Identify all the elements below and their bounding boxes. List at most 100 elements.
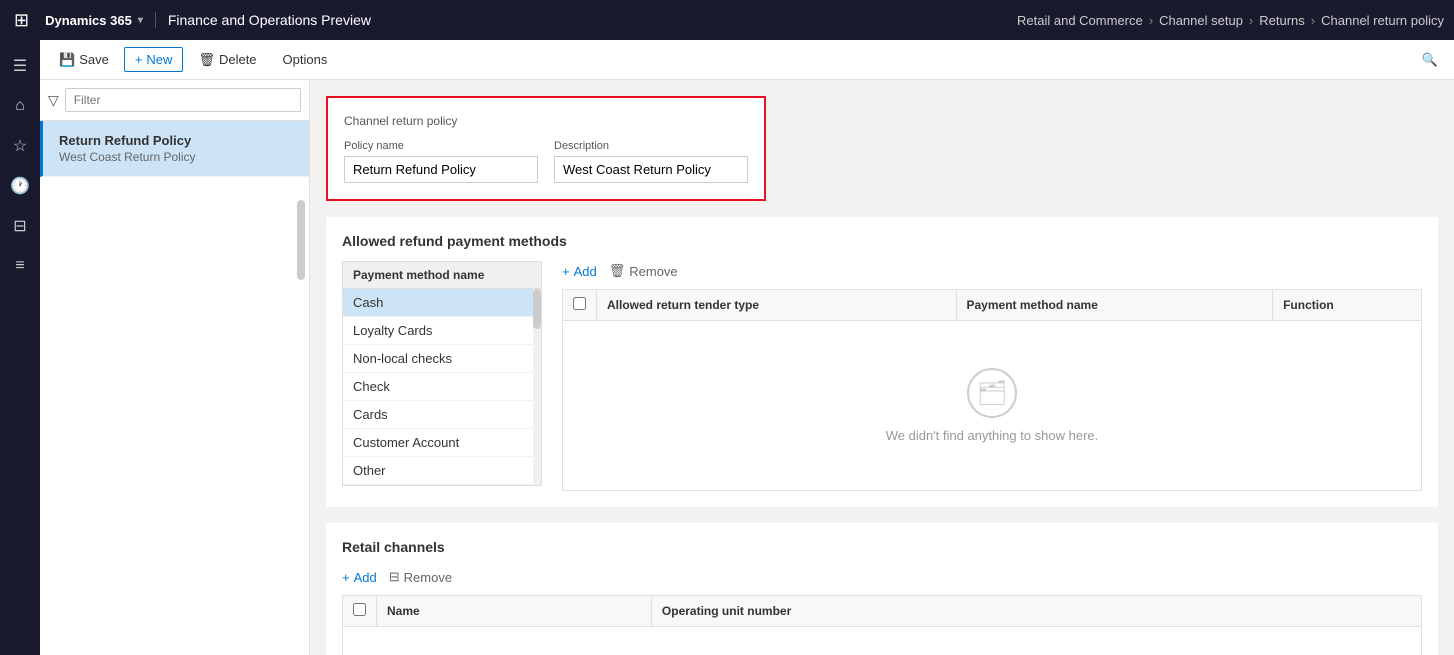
retail-channels-toolbar: + Add ⊟ Remove	[342, 567, 1422, 587]
remove-tender-label: Remove	[629, 264, 677, 279]
description-label: Description	[554, 140, 748, 152]
empty-state-icon: 🗂	[967, 368, 1017, 418]
col-tender-type: Allowed return tender type	[597, 290, 957, 321]
description-input[interactable]	[554, 156, 748, 183]
list-item-name: Return Refund Policy	[59, 133, 293, 148]
tender-type-table: Allowed return tender type Payment metho…	[562, 289, 1422, 491]
col-checkbox	[563, 290, 597, 321]
payment-item-customer-account[interactable]: Customer Account	[343, 429, 541, 457]
remove-channel-button[interactable]: ⊟ Remove	[389, 567, 452, 587]
options-button[interactable]: Options	[272, 47, 339, 72]
col-function: Function	[1273, 290, 1422, 321]
app-name-label: Finance and Operations Preview	[155, 12, 371, 28]
filter-icon: ▽	[48, 92, 59, 109]
sidebar-workspaces-icon[interactable]: ⊟	[2, 208, 38, 244]
payment-section: Payment method name Cash Loyalty Cards N…	[342, 261, 1422, 491]
sidebar-home-icon[interactable]: ⌂	[2, 88, 38, 124]
col-operating-unit: Operating unit number	[651, 596, 1421, 627]
save-icon: 💾	[59, 52, 75, 68]
select-all-checkbox[interactable]	[573, 297, 586, 310]
retail-section-inner: Retail channels + Add ⊟ Remove Name Oper…	[326, 523, 1438, 655]
search-icon: 🔍	[1422, 52, 1438, 67]
payment-list-container: Payment method name Cash Loyalty Cards N…	[342, 261, 542, 491]
top-navigation-bar: ⊞ Dynamics 365 ▾ Finance and Operations …	[0, 0, 1454, 40]
channels-empty-row: 🗂 We didn't find anything to show here.	[343, 627, 1422, 655]
filter-input[interactable]	[65, 88, 301, 112]
dynamics-brand-label: Dynamics 365	[45, 13, 132, 28]
list-item-subtitle: West Coast Return Policy	[59, 150, 293, 164]
list-panel: ▽ Return Refund Policy West Coast Return…	[40, 80, 310, 655]
breadcrumb-item-4[interactable]: Channel return policy	[1321, 13, 1444, 28]
col-payment-method: Payment method name	[956, 290, 1273, 321]
apps-grid-icon[interactable]: ⊞	[10, 6, 33, 35]
breadcrumb-item-2[interactable]: Channel setup	[1159, 13, 1243, 28]
delete-icon: 🗑	[198, 52, 215, 68]
breadcrumb-sep-1: ›	[1149, 13, 1153, 28]
payment-item-nonlocal[interactable]: Non-local checks	[343, 345, 541, 373]
payment-list-scrollbar[interactable]	[533, 289, 541, 485]
channels-empty-state: 🗂 We didn't find anything to show here.	[353, 634, 1411, 655]
add-tender-label: Add	[574, 264, 597, 279]
tender-empty-state: 🗂 We didn't find anything to show here.	[573, 328, 1411, 483]
add-channel-button[interactable]: + Add	[342, 568, 377, 587]
breadcrumb-item-1[interactable]: Retail and Commerce	[1017, 13, 1143, 28]
sidebar-list-icon[interactable]: ≡	[2, 248, 38, 284]
remove-tender-icon: 🗑	[609, 263, 626, 279]
payment-item-cards[interactable]: Cards	[343, 401, 541, 429]
add-tender-icon: +	[562, 264, 570, 279]
scrollbar-thumb	[533, 289, 541, 329]
allowed-refund-header: Allowed refund payment methods	[342, 233, 1422, 249]
tender-table-header-row: Allowed return tender type Payment metho…	[563, 290, 1422, 321]
remove-channel-icon: ⊟	[389, 569, 400, 585]
add-tender-button[interactable]: + Add	[562, 262, 597, 281]
remove-channel-label: Remove	[404, 570, 452, 585]
sidebar-favorites-icon[interactable]: ☆	[2, 128, 38, 164]
action-bar: 💾 Save + New 🗑 Delete Options 🔍	[40, 40, 1454, 80]
payment-item-other[interactable]: Other	[343, 457, 541, 485]
policy-name-label: Policy name	[344, 140, 538, 152]
channel-select-all[interactable]	[353, 603, 366, 616]
add-channel-icon: +	[342, 570, 350, 585]
col-checkbox	[343, 596, 377, 627]
breadcrumb-item-3[interactable]: Returns	[1259, 13, 1305, 28]
delete-label: Delete	[219, 52, 257, 67]
policy-name-field: Policy name	[344, 140, 538, 183]
sidebar-recent-icon[interactable]: 🕐	[2, 168, 38, 204]
col-name: Name	[377, 596, 652, 627]
payment-list-header: Payment method name	[342, 261, 542, 288]
form-section-title: Channel return policy	[344, 114, 748, 128]
delete-button[interactable]: 🗑 Delete	[187, 47, 267, 73]
left-sidebar: ☰ ⌂ ☆ 🕐 ⊟ ≡	[0, 40, 40, 655]
retail-channels-section: Retail channels + Add ⊟ Remove Name Oper…	[326, 523, 1438, 655]
brand-name: Dynamics 365 ▾	[45, 13, 143, 28]
options-label: Options	[283, 52, 328, 67]
retail-channels-header: Retail channels	[342, 539, 1422, 555]
payment-item-check[interactable]: Check	[343, 373, 541, 401]
new-icon: +	[135, 52, 143, 67]
list-item[interactable]: Return Refund Policy West Coast Return P…	[40, 121, 309, 177]
new-button[interactable]: + New	[124, 47, 184, 72]
payment-item-cash[interactable]: Cash	[343, 289, 541, 317]
retail-channels-table: Name Operating unit number 🗂 We didn't f…	[342, 595, 1422, 655]
search-button[interactable]: 🔍	[1414, 47, 1446, 72]
payment-method-list: Cash Loyalty Cards Non-local checks Chec…	[342, 288, 542, 486]
list-filter-bar: ▽	[40, 80, 309, 121]
breadcrumb-sep-3: ›	[1311, 13, 1315, 28]
save-label: Save	[79, 52, 109, 67]
right-panel-toolbar: + Add 🗑 Remove	[562, 261, 1422, 281]
add-channel-label: Add	[354, 570, 377, 585]
save-button[interactable]: 💾 Save	[48, 47, 120, 73]
channels-header-row: Name Operating unit number	[343, 596, 1422, 627]
policy-name-input[interactable]	[344, 156, 538, 183]
sidebar-menu-icon[interactable]: ☰	[2, 48, 38, 84]
brand-chevron-icon[interactable]: ▾	[138, 15, 143, 26]
form-fields: Policy name Description	[344, 140, 748, 183]
payment-item-loyalty[interactable]: Loyalty Cards	[343, 317, 541, 345]
breadcrumb: Retail and Commerce › Channel setup › Re…	[1017, 13, 1444, 28]
allowed-refund-section: Allowed refund payment methods Payment m…	[326, 217, 1438, 507]
list-scrollbar[interactable]	[297, 200, 305, 280]
breadcrumb-sep-2: ›	[1249, 13, 1253, 28]
description-field: Description	[554, 140, 748, 183]
remove-tender-button[interactable]: 🗑 Remove	[609, 261, 678, 281]
new-label: New	[146, 52, 172, 67]
